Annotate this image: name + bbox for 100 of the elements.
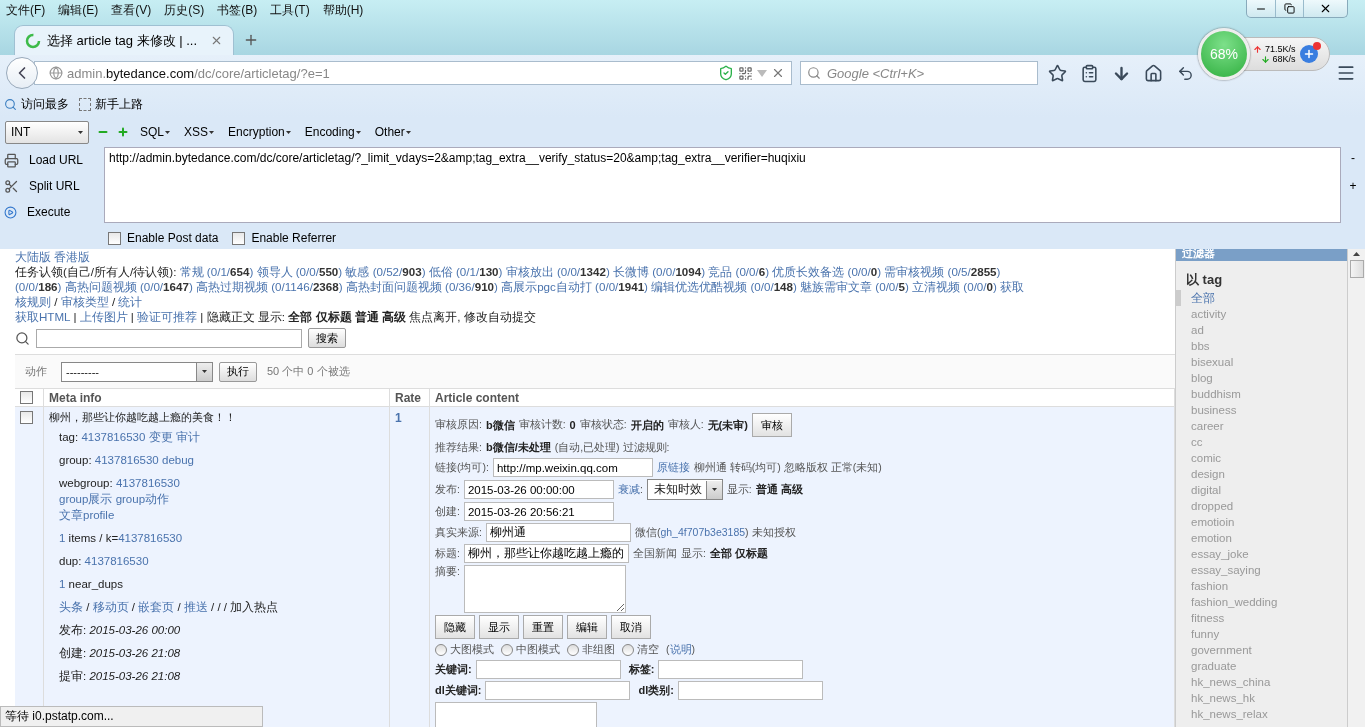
- meta-link[interactable]: 文章profile: [59, 509, 115, 521]
- browser-tab[interactable]: 选择 article tag 来修改 | ...: [14, 25, 234, 55]
- admin-link[interactable]: 审核类型: [60, 295, 109, 308]
- meta-link[interactable]: 4137816530: [94, 454, 159, 466]
- task-link[interactable]: 高热封面问题视频: [345, 280, 442, 293]
- hackbar-menu[interactable]: Encoding: [301, 125, 364, 139]
- task-link[interactable]: 高热问题视频: [64, 280, 137, 293]
- meta-link[interactable]: group动作: [115, 493, 170, 505]
- mode-radio[interactable]: [567, 643, 579, 656]
- menu-item[interactable]: 查看(V): [111, 1, 152, 19]
- menu-item[interactable]: 文件(F): [6, 1, 46, 19]
- search-button[interactable]: 搜索: [308, 328, 346, 348]
- version-link[interactable]: 香港版: [54, 250, 91, 263]
- search-field[interactable]: Google <Ctrl+K>: [800, 61, 1038, 85]
- decay-link[interactable]: 衰减: [617, 482, 640, 495]
- meta-link[interactable]: 头条: [59, 601, 83, 613]
- bookmark-link[interactable]: 访问最多: [21, 95, 69, 113]
- meta-link[interactable]: 嵌套页: [138, 601, 175, 613]
- task-link[interactable]: 获取: [1000, 280, 1025, 293]
- mode-radio[interactable]: [501, 643, 513, 656]
- hackbar-action[interactable]: Execute: [0, 199, 104, 225]
- hackbar-menu[interactable]: XSS: [181, 125, 218, 139]
- hackbar-action[interactable]: Split URL: [0, 173, 104, 199]
- hackbar-menu[interactable]: SQL: [137, 125, 173, 139]
- task-link[interactable]: 竞品: [708, 265, 733, 278]
- task-link[interactable]: 立清视频: [912, 280, 961, 293]
- action-button[interactable]: 显示: [479, 615, 519, 639]
- link-input[interactable]: http://mp.weixin.qq.com: [492, 458, 653, 477]
- created-input[interactable]: 2015-03-26 20:56:21: [463, 502, 614, 521]
- help-link[interactable]: 说明: [669, 642, 692, 655]
- task-link[interactable]: 高热过期视频: [196, 280, 268, 293]
- resize-toggle[interactable]: -: [1351, 151, 1355, 165]
- row-checkbox[interactable]: [20, 411, 33, 424]
- run-button[interactable]: 执行: [219, 361, 257, 382]
- hackbar-menu[interactable]: Other: [371, 125, 414, 139]
- display-option[interactable]: 高级: [382, 310, 406, 323]
- display-option[interactable]: 仅标题: [315, 310, 352, 323]
- display-option[interactable]: 普通: [354, 310, 379, 323]
- meta-link[interactable]: debug: [162, 454, 194, 466]
- checkbox[interactable]: [108, 231, 121, 245]
- meta-link[interactable]: 推送: [183, 601, 208, 613]
- clear-icon[interactable]: [771, 66, 785, 80]
- title-input[interactable]: 柳州，那些让你越吃越上瘾的: [463, 544, 629, 563]
- checkbox[interactable]: [232, 231, 246, 245]
- meta-link[interactable]: 4137816530: [115, 477, 180, 489]
- column-header[interactable]: Meta info: [49, 390, 102, 405]
- add-button[interactable]: [1299, 45, 1318, 63]
- hackbar-action[interactable]: Load URL: [0, 147, 104, 173]
- meta-link[interactable]: 移动页: [92, 601, 129, 613]
- hackbar-menu[interactable]: Encryption: [225, 125, 294, 139]
- meta-link[interactable]: 1: [59, 532, 66, 544]
- tag-input[interactable]: [658, 660, 804, 679]
- hide-body-link[interactable]: 隐藏正文: [206, 310, 255, 323]
- menu-item[interactable]: 书签(B): [217, 1, 258, 19]
- meta-link[interactable]: 变更: [148, 431, 173, 443]
- task-link[interactable]: 需审核视频: [884, 265, 945, 278]
- review-button[interactable]: 审核: [751, 413, 792, 437]
- action-button[interactable]: 重置: [523, 615, 563, 639]
- action-button[interactable]: 隐藏: [435, 615, 475, 639]
- column-header[interactable]: Article content: [435, 390, 519, 405]
- admin-link[interactable]: 统计: [118, 295, 143, 308]
- mode-radio[interactable]: [622, 643, 634, 656]
- url-textarea[interactable]: http://admin.bytedance.com/dc/core/articletag/?_limit_vdays=2&amp;tag_extra__verify_status=20&amp;tag_extra__verifier=huqixiu: [104, 147, 1341, 223]
- display-option[interactable]: 全部: [288, 310, 313, 323]
- plus-icon[interactable]: [117, 126, 129, 138]
- type-select[interactable]: INT: [5, 120, 89, 144]
- source-link[interactable]: 原链接: [656, 460, 690, 475]
- meta-link[interactable]: 4137816530: [84, 555, 149, 567]
- admin-link[interactable]: 核规则: [15, 295, 51, 308]
- meta-link[interactable]: 4137816530: [81, 431, 146, 443]
- tool-link[interactable]: 上传图片: [79, 310, 128, 323]
- action-select[interactable]: ---------: [61, 361, 213, 382]
- menu-item[interactable]: 工具(T): [270, 1, 310, 19]
- task-link[interactable]: 敏感: [345, 265, 370, 278]
- search-input[interactable]: [36, 328, 302, 348]
- task-link[interactable]: 审核放出: [505, 265, 554, 278]
- menu-item[interactable]: 历史(S): [164, 1, 205, 19]
- select-all-checkbox[interactable]: [20, 391, 33, 404]
- meta-link[interactable]: 4137816530: [118, 532, 183, 544]
- tool-link[interactable]: 验证可推荐: [137, 310, 198, 323]
- task-link[interactable]: 低俗: [428, 265, 453, 278]
- task-link[interactable]: 魅族需审文章: [800, 280, 873, 293]
- task-link[interactable]: 高展示pgc自动打: [501, 280, 592, 293]
- meta-link[interactable]: 审计: [175, 431, 200, 443]
- action-button[interactable]: 取消: [611, 615, 651, 639]
- dl-keyword-input[interactable]: [485, 681, 631, 700]
- task-link[interactable]: 长微博: [613, 265, 649, 278]
- back-button[interactable]: [6, 57, 38, 89]
- meta-link[interactable]: group展示: [59, 493, 113, 505]
- decay-select[interactable]: 未知时效: [646, 479, 723, 500]
- menu-item[interactable]: 编辑(E): [58, 1, 99, 19]
- task-link[interactable]: 常规: [179, 265, 204, 278]
- task-link[interactable]: 领导人: [256, 265, 293, 278]
- source-input[interactable]: 柳州通: [485, 523, 631, 542]
- address-field[interactable]: admin.bytedance.com/dc/core/articletag/?e=1: [34, 61, 792, 85]
- mode-radio[interactable]: [435, 643, 447, 656]
- action-button[interactable]: 编辑: [567, 615, 607, 639]
- task-link[interactable]: 优质长效备选: [772, 265, 845, 278]
- dl-category-input[interactable]: [677, 681, 823, 700]
- search-input[interactable]: Google <Ctrl+K>: [825, 64, 1031, 82]
